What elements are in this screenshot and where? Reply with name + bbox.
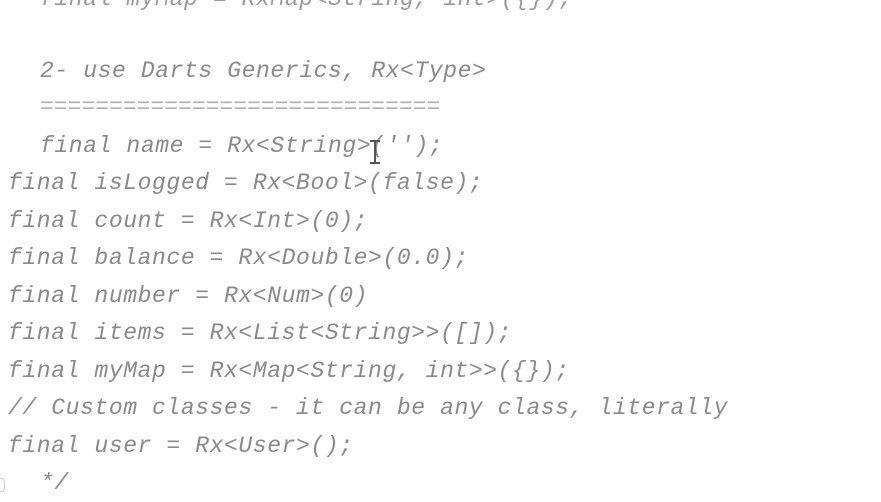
code-line-number: final number = Rx<Num>(0) <box>8 283 369 309</box>
code-line-cut: final myMap = RxMap<String, int>({}); <box>40 0 573 14</box>
code-line-count: final count = Rx<Int>(0); <box>8 208 369 234</box>
code-line-items: final items = Rx<List<String>>([]); <box>8 320 513 346</box>
code-line-close: */ <box>40 470 69 496</box>
code-line-is-logged: final isLogged = Rx<Bool>(false); <box>8 170 484 196</box>
code-line-balance: final balance = Rx<Double>(0.0); <box>8 245 469 271</box>
code-line-user: final user = Rx<User>(); <box>8 433 354 459</box>
code-line-separator: ============================= <box>40 94 441 120</box>
code-editor[interactable]: final myMap = RxMap<String, int>({}); 2-… <box>0 0 881 502</box>
gutter-fold-icon[interactable] <box>0 478 5 492</box>
text-cursor-icon <box>370 140 380 166</box>
code-line-my-map: final myMap = Rx<Map<String, int>>({}); <box>8 358 570 384</box>
code-line-heading: 2- use Darts Generics, Rx<Type> <box>40 58 487 84</box>
code-line-name: final name = Rx<String>(''); <box>40 133 444 159</box>
code-line-comment: // Custom classes - it can be any class,… <box>8 395 729 421</box>
